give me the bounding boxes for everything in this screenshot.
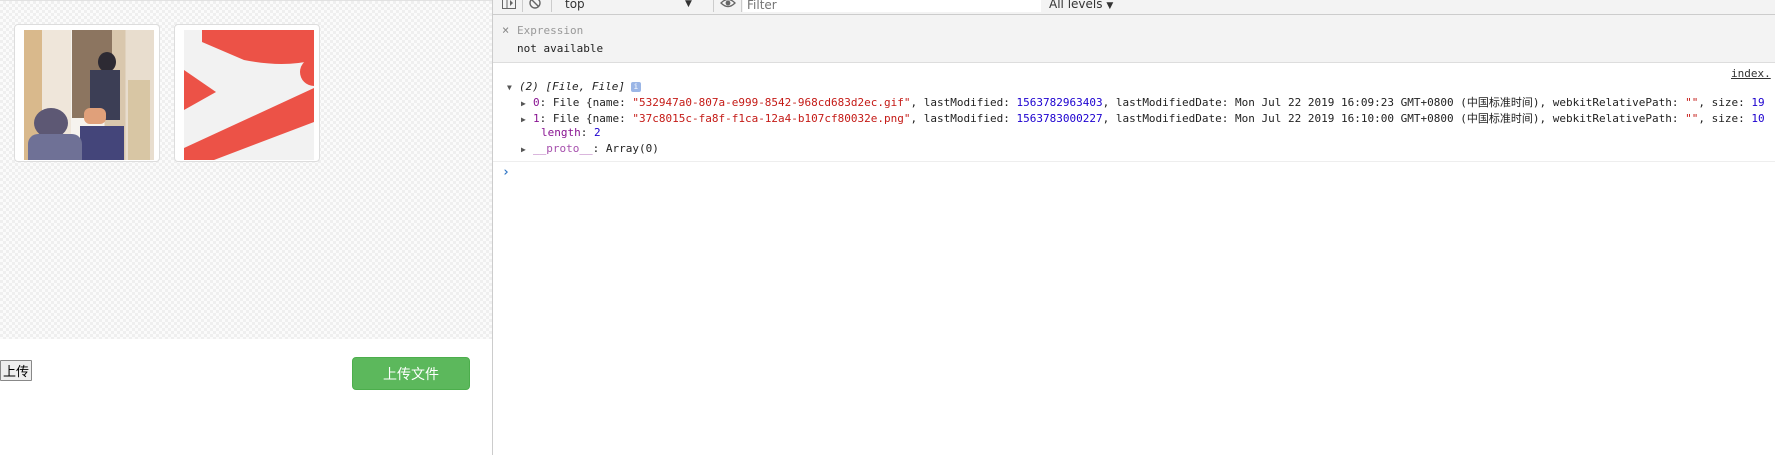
- log-divider: [493, 161, 1775, 162]
- log-levels-label: All levels: [1049, 0, 1103, 11]
- expand-triangle-right-icon[interactable]: ▶: [521, 99, 533, 108]
- devtools-console-panel: top ▼ All levels ▼ × Expression not avai…: [492, 0, 1775, 455]
- log-source-link[interactable]: index.: [1731, 67, 1771, 80]
- expression-value: not available: [517, 42, 604, 55]
- image-thumbnail[interactable]: [174, 24, 320, 162]
- upload-files-button[interactable]: 上传文件: [352, 357, 470, 390]
- chevron-down-icon: ▼: [1106, 1, 1114, 11]
- log-levels-dropdown[interactable]: All levels ▼: [1049, 0, 1113, 13]
- console-toolbar: top ▼ All levels ▼: [493, 0, 1775, 15]
- console-filter-input[interactable]: [743, 0, 1041, 12]
- info-icon[interactable]: i: [630, 82, 641, 92]
- red-logo-png-preview: [184, 30, 314, 160]
- log-file-entry[interactable]: ▶ 1: File {name: "37c8015c-fa8f-f1ca-12a4…: [521, 110, 1765, 126]
- image-preview-area: [0, 0, 493, 339]
- expand-triangle-right-icon[interactable]: ▶: [521, 115, 533, 124]
- close-icon[interactable]: ×: [502, 23, 509, 37]
- live-expression-panel: × Expression not available: [493, 15, 1775, 63]
- image-thumbnail[interactable]: [14, 24, 160, 162]
- expand-triangle-down-icon[interactable]: ▼: [507, 83, 519, 92]
- expression-label: Expression: [517, 24, 584, 37]
- expand-triangle-right-icon[interactable]: ▶: [521, 145, 533, 154]
- clear-console-icon[interactable]: [529, 0, 541, 13]
- context-selector[interactable]: top ▼: [565, 0, 705, 13]
- sidebar-toggle-icon[interactable]: [502, 0, 516, 13]
- console-prompt-icon[interactable]: ›: [502, 165, 510, 180]
- log-length-property: length: 2: [541, 126, 601, 139]
- context-selector-value: top: [565, 0, 585, 11]
- log-file-entry[interactable]: ▶ 0: File {name: "532947a0-807a-e999-8542…: [521, 94, 1765, 110]
- web-page: 上传 上传文件: [0, 0, 493, 455]
- log-array-header[interactable]: ▼ (2) [File, File] i: [507, 80, 641, 93]
- live-expression-eye-icon[interactable]: [720, 0, 736, 13]
- log-proto-property[interactable]: ▶ __proto__: Array(0): [521, 142, 659, 155]
- anime-gif-preview: [24, 30, 154, 160]
- upload-file-input-button[interactable]: 上传: [0, 360, 33, 381]
- chevron-down-icon: ▼: [685, 0, 692, 9]
